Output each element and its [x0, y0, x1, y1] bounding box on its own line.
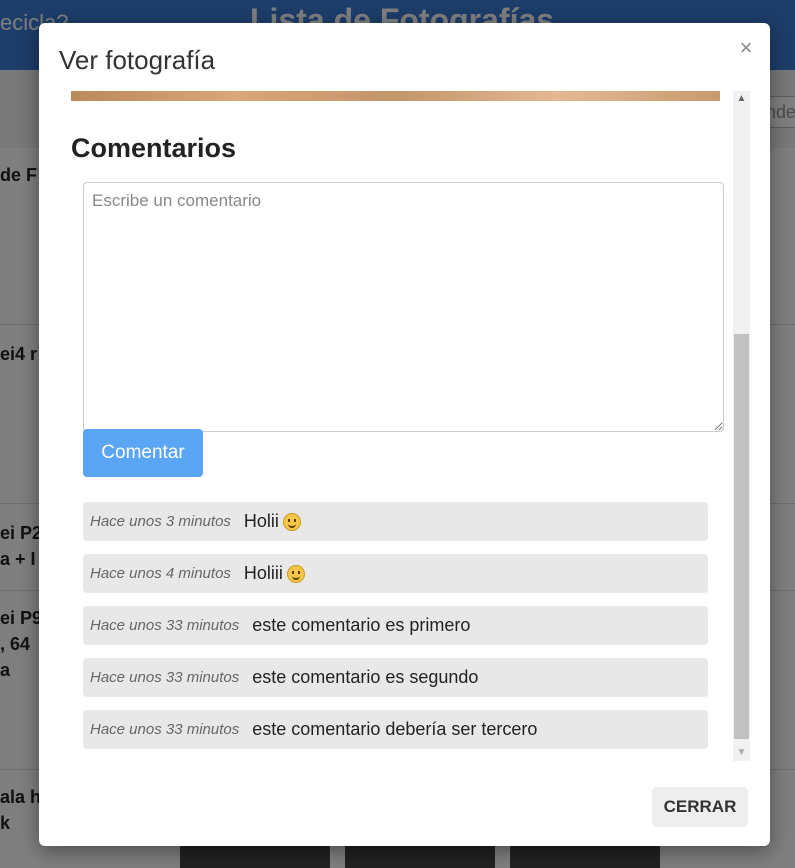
comments-heading: Comentarios	[71, 133, 237, 163]
modal-scrollbar[interactable]: ▲ ▼	[733, 91, 750, 761]
comment-item: Hace unos 33 minutos este comentario es …	[83, 606, 708, 645]
comment-timestamp: Hace unos 33 minutos	[90, 721, 240, 738]
comment-timestamp: Hace unos 33 minutos	[90, 669, 240, 686]
modal-body: Comentarios Comentar Hace unos 3 minutos…	[39, 91, 770, 761]
comment-input[interactable]	[83, 182, 724, 432]
scroll-up-arrow-icon[interactable]: ▲	[733, 91, 750, 107]
comment-item: Hace unos 3 minutos Holii	[83, 502, 708, 541]
comment-list: Hace unos 3 minutos Holii Hace unos 4 mi…	[83, 502, 708, 761]
close-button[interactable]: CERRAR	[652, 787, 748, 827]
comment-text: Holiii	[243, 563, 283, 583]
comment-text: este comentario es primero	[252, 615, 471, 635]
comment-item: Hace unos 4 minutos Holiii	[83, 554, 708, 593]
modal-title: Ver fotografía	[59, 45, 216, 75]
comment-timestamp: Hace unos 33 minutos	[90, 617, 240, 634]
comment-timestamp: Hace unos 4 minutos	[90, 565, 231, 582]
comment-text: este comentario es segundo	[252, 667, 479, 687]
comment-timestamp: Hace unos 3 minutos	[90, 513, 231, 530]
photo-modal: Ver fotografía × Comentarios Comentar Ha…	[39, 23, 770, 846]
close-icon[interactable]: ×	[735, 37, 757, 59]
smiley-emoji-icon	[286, 564, 305, 583]
scroll-down-arrow-icon[interactable]: ▼	[733, 745, 750, 761]
comment-text: este comentario debería ser tercero	[252, 719, 538, 739]
comment-button[interactable]: Comentar	[83, 429, 203, 477]
scrollbar-thumb[interactable]	[734, 334, 749, 739]
comment-item: Hace unos 33 minutos este comentario es …	[83, 658, 708, 697]
comment-item: Hace unos 33 minutos este comentario deb…	[83, 710, 708, 749]
smiley-emoji-icon	[282, 512, 301, 531]
photo-image	[71, 91, 720, 101]
comment-text: Holii	[243, 511, 279, 531]
